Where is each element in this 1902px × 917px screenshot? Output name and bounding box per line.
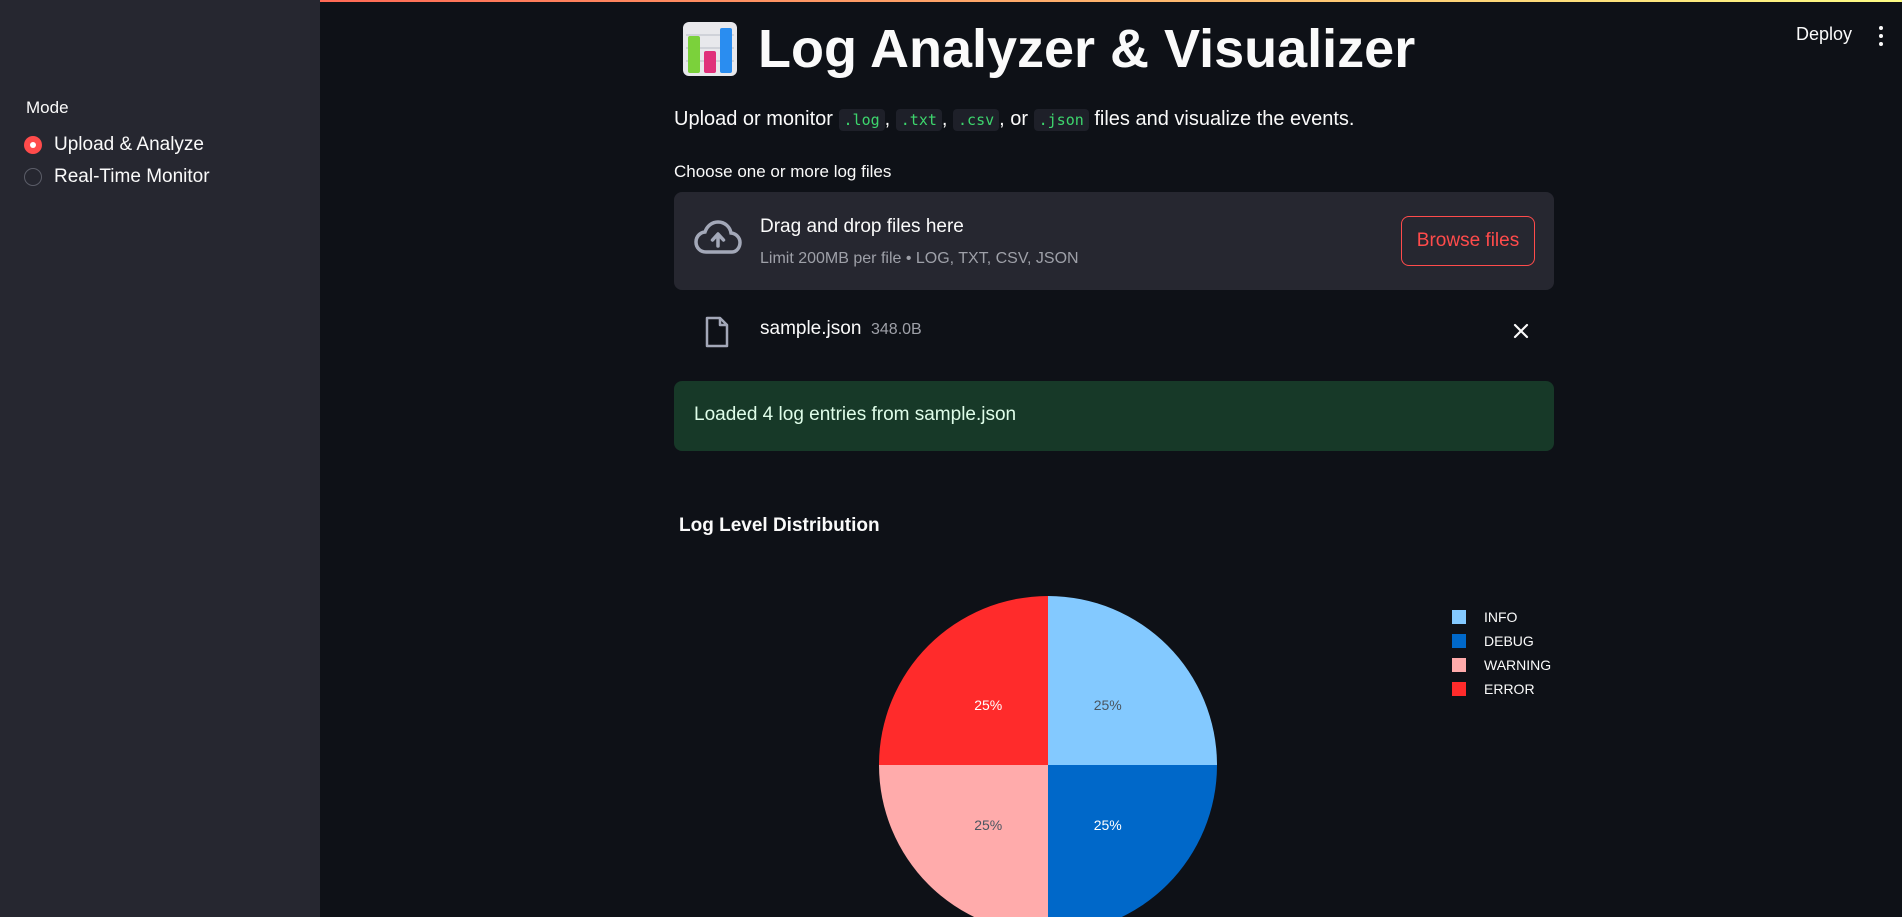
pie-label-info: 25%: [1094, 697, 1122, 713]
page-title: Log Analyzer & Visualizer: [758, 19, 1416, 79]
chart-legend: INFO DEBUG WARNING ERROR: [1452, 605, 1551, 701]
legend-label: DEBUG: [1484, 633, 1534, 649]
mode-label: Mode: [26, 98, 69, 117]
chart-title: Log Level Distribution: [679, 515, 880, 536]
legend-swatch: [1452, 682, 1466, 696]
radio-label: Real-Time Monitor: [54, 166, 210, 187]
subtitle-prefix: Upload or monitor: [674, 108, 833, 130]
legend-item-info[interactable]: INFO: [1452, 605, 1551, 629]
radio-upload-analyze[interactable]: Upload & Analyze: [24, 134, 204, 156]
ext-txt: .txt: [895, 109, 942, 131]
dropzone-limit-text: Limit 200MB per file • LOG, TXT, CSV, JS…: [760, 250, 1079, 267]
subtitle-separator: , or: [999, 108, 1029, 130]
ext-json: .json: [1033, 109, 1089, 131]
subtitle-separator: ,: [884, 108, 891, 130]
cloud-upload-icon: [694, 220, 742, 254]
radio-real-time-monitor[interactable]: Real-Time Monitor: [24, 166, 210, 188]
file-icon: [705, 316, 729, 348]
sidebar: Mode Upload & Analyze Real-Time Monitor: [0, 0, 320, 917]
radio-label: Upload & Analyze: [54, 134, 204, 155]
legend-label: INFO: [1484, 609, 1518, 625]
subtitle-separator: ,: [941, 108, 948, 130]
radio-unchecked-icon: [24, 168, 42, 186]
legend-label: WARNING: [1484, 657, 1552, 673]
ext-csv: .csv: [953, 109, 1000, 131]
radio-checked-icon: [24, 136, 42, 154]
legend-swatch: [1452, 658, 1466, 672]
page-header: Log Analyzer & Visualizer: [682, 18, 1415, 80]
pie-slice-info: [1048, 596, 1217, 765]
bar-chart-emoji-icon: [683, 22, 737, 76]
close-icon[interactable]: [1512, 322, 1530, 340]
pie-label-warning: 25%: [974, 817, 1002, 833]
pie-chart: 25% 25% 25% 25%: [879, 596, 1217, 917]
subtitle-suffix: files and visualize the events.: [1094, 108, 1355, 130]
pie-slice-warning: [879, 765, 1048, 917]
deploy-button[interactable]: Deploy: [1796, 24, 1852, 45]
page-subtitle: Upload or monitor .log, .txt, .csv, or .…: [674, 108, 1355, 131]
file-size: 348.0B: [871, 321, 922, 338]
legend-item-debug[interactable]: DEBUG: [1452, 629, 1551, 653]
file-dropzone[interactable]: Drag and drop files here Limit 200MB per…: [674, 192, 1554, 290]
uploader-label: Choose one or more log files: [674, 162, 892, 181]
legend-swatch: [1452, 610, 1466, 624]
file-name: sample.json: [760, 318, 862, 339]
success-message: Loaded 4 log entries from sample.json: [694, 404, 1017, 425]
legend-swatch: [1452, 634, 1466, 648]
legend-label: ERROR: [1484, 681, 1535, 697]
legend-item-error[interactable]: ERROR: [1452, 677, 1551, 701]
success-alert: Loaded 4 log entries from sample.json: [674, 381, 1554, 451]
legend-item-warning[interactable]: WARNING: [1452, 653, 1551, 677]
more-vertical-icon[interactable]: [1876, 26, 1886, 48]
pie-slice-debug: [1048, 765, 1217, 917]
pie-label-debug: 25%: [1094, 817, 1122, 833]
pie-label-error: 25%: [974, 697, 1002, 713]
browse-files-button[interactable]: Browse files: [1401, 216, 1535, 266]
pie-slice-error: [879, 596, 1048, 765]
dropzone-title: Drag and drop files here: [760, 216, 964, 237]
ext-log: .log: [838, 109, 885, 131]
uploaded-file-row: sample.json 348.0B: [674, 310, 1554, 354]
